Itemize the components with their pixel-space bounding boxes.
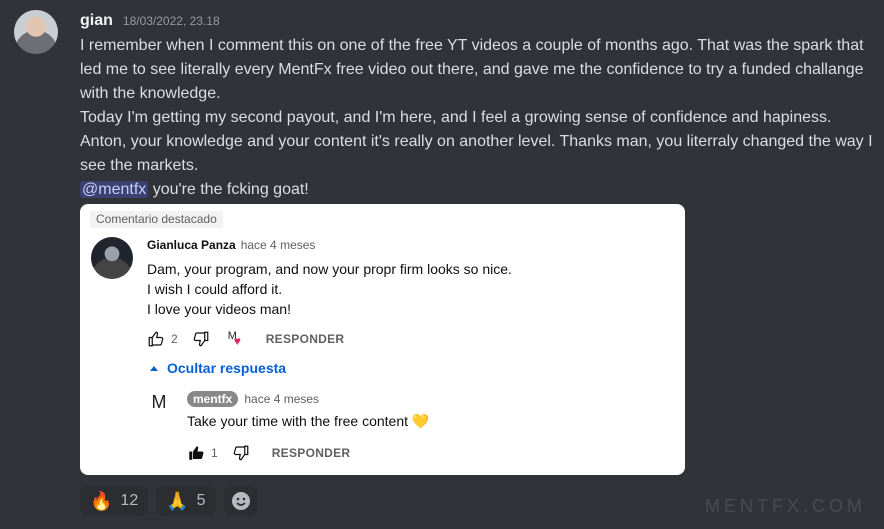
message-paragraph: Today I'm getting my second payout, and …: [80, 109, 873, 174]
message-paragraph: I remember when I comment this on one of…: [80, 37, 864, 102]
message-body: I remember when I comment this on one of…: [80, 34, 875, 202]
user-avatar[interactable]: [14, 10, 58, 54]
mention[interactable]: @mentfx: [80, 181, 149, 198]
watermark: MENTFX.COM: [705, 496, 866, 516]
thumbs-down-icon: [193, 331, 209, 347]
reaction-count: 5: [196, 492, 206, 509]
comment-actions: 2 M ♥ RESPONDER: [147, 330, 344, 348]
reply-button: RESPONDER: [265, 332, 345, 346]
comment-line: Dam, your program, and now your propr fi…: [147, 261, 512, 277]
commenter-avatar: [91, 237, 133, 279]
hide-reply-label: Ocultar respuesta: [167, 360, 287, 376]
smiley-icon: [231, 492, 250, 510]
chevron-up-icon: [150, 366, 158, 371]
add-reaction-button[interactable]: [223, 486, 258, 516]
reply-actions: 1 RESPONDER: [187, 444, 350, 462]
reply-author-row: mentfx hace 4 meses: [187, 391, 319, 407]
thumbs-down-icon: [233, 445, 249, 461]
reaction-count: 12: [120, 492, 139, 509]
fire-icon: 🔥: [90, 490, 113, 511]
message-text: you're the fcking goat!: [148, 181, 309, 198]
hide-reply-toggle: Ocultar respuesta: [149, 360, 286, 376]
comment-author-row: Gianluca Panza hace 4 meses: [147, 238, 315, 252]
reply-like-count: 1: [211, 446, 218, 460]
message-last-line: @mentfx you're the fcking goat!: [80, 178, 875, 202]
comment-text: Dam, your program, and now your propr fi…: [147, 259, 647, 319]
highlighted-comment-tag: Comentario destacado: [90, 211, 223, 228]
reaction-pray[interactable]: 🙏 5: [156, 486, 216, 516]
like-count: 2: [171, 332, 178, 346]
reply-text: Take your time with the free content: [187, 413, 408, 429]
reply-time: hace 4 meses: [244, 392, 320, 406]
timestamp: 18/03/2022, 23.18: [122, 14, 220, 28]
reaction-fire[interactable]: 🔥 12: [80, 486, 149, 516]
username[interactable]: gian: [80, 12, 113, 30]
thumbs-up-filled-icon: [189, 446, 204, 460]
comment-time: hace 4 meses: [240, 238, 316, 252]
reactions-bar: 🔥 12 🙏 5: [80, 486, 258, 516]
thumbs-up-icon: [148, 331, 164, 347]
youtube-comment-image[interactable]: Comentario destacado Gianluca Panza hace…: [80, 204, 685, 475]
comment-line: I wish I could afford it.: [147, 281, 283, 297]
mentfx-logo: M: [151, 392, 167, 412]
yellow-heart-icon: 💛: [411, 413, 430, 429]
folded-hands-icon: 🙏: [166, 490, 189, 511]
reply-author-badge: mentfx: [187, 391, 239, 407]
reply-text-row: Take your time with the free content 💛: [187, 413, 429, 430]
reply-button: RESPONDER: [271, 446, 351, 460]
comment-author: Gianluca Panza: [147, 238, 236, 252]
message-header: gian 18/03/2022, 23.18: [80, 12, 220, 32]
comment-line: I love your videos man!: [147, 301, 291, 317]
creator-heart-icon: M ♥: [227, 330, 241, 348]
